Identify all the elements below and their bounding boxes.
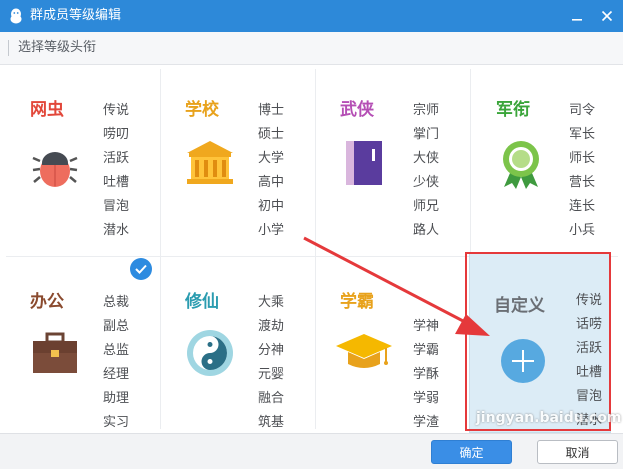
- title-item: 总监: [103, 343, 130, 358]
- title-item: 连长: [569, 199, 596, 214]
- school-building-icon: [185, 139, 235, 189]
- bug-icon: [30, 139, 80, 189]
- header-divider: [8, 40, 9, 56]
- category-name: 修仙: [185, 292, 219, 312]
- title-list: 传说 话唠 活跃 吐槽 冒泡 潜水: [576, 289, 602, 433]
- title-list: 学神 学霸 学酥 学弱 学渣: [413, 291, 453, 435]
- title-item: 传说: [103, 103, 130, 118]
- title-item: 冒泡: [103, 199, 130, 214]
- title-item: 师兄: [413, 199, 440, 214]
- title-item: 高中: [258, 175, 285, 190]
- title-item: 元婴: [258, 367, 285, 382]
- title-item: 吐槽: [103, 175, 130, 190]
- title-list: 传说 唠叨 活跃 吐槽 冒泡 潜水: [103, 99, 143, 243]
- title-item: 小兵: [569, 223, 596, 238]
- yin-yang-icon: [185, 328, 235, 378]
- category-grid: 网虫 传说 唠叨 活跃 吐槽 冒泡 潜水 学校 博士 硕士 大学 高中 初中 小…: [0, 65, 623, 433]
- title-item: 宗师: [413, 103, 440, 118]
- title-list: 司令 军长 师长 营长 连长 小兵: [569, 99, 609, 243]
- title-list: 博士 硕士 大学 高中 初中 小学: [258, 99, 298, 243]
- category-card-xuexiao[interactable]: 学校 博士 硕士 大学 高中 初中 小学: [165, 65, 315, 245]
- title-item: 少侠: [413, 175, 440, 190]
- title-item: 传说: [576, 293, 603, 308]
- category-card-wuxia[interactable]: 武侠 宗师 掌门 大侠 少侠 师兄 路人: [320, 65, 470, 245]
- category-name: 军衔: [496, 100, 530, 120]
- column-divider: [160, 69, 161, 429]
- title-item: 学弱: [413, 391, 440, 406]
- title-list: 宗师 掌门 大侠 少侠 师兄 路人: [413, 99, 453, 243]
- category-card-wangchong[interactable]: 网虫 传说 唠叨 活跃 吐槽 冒泡 潜水: [10, 65, 160, 245]
- title-item: 大乘: [258, 295, 285, 310]
- add-custom-button[interactable]: [501, 339, 545, 383]
- title-item: 军长: [569, 127, 596, 142]
- title-bar: 群成员等级编辑: [0, 0, 623, 32]
- title-item: 冒泡: [576, 389, 603, 404]
- plus-icon: [512, 350, 534, 372]
- title-item: 活跃: [576, 341, 603, 356]
- dialog-footer: 确定 取消: [0, 433, 623, 469]
- minimize-button[interactable]: [567, 6, 587, 26]
- title-item: 营长: [569, 175, 596, 190]
- title-item: 路人: [413, 223, 440, 238]
- title-item: 总裁: [103, 295, 130, 310]
- title-item: 司令: [569, 103, 596, 118]
- title-item: 潜水: [103, 223, 130, 238]
- category-card-bangong[interactable]: 办公 总裁 副总 总监 经理 助理 实习: [10, 258, 160, 438]
- category-name: 学霸: [340, 292, 374, 312]
- title-list: 总裁 副总 总监 经理 助理 实习: [103, 291, 143, 435]
- category-name: 武侠: [340, 100, 374, 120]
- category-card-junxian[interactable]: 军衔 司令 军长 师长 营长 连长 小兵: [476, 65, 623, 245]
- title-item: 硕士: [258, 127, 285, 142]
- title-item: 学酥: [413, 367, 440, 382]
- ok-button[interactable]: 确定: [431, 440, 512, 464]
- title-item: 师长: [569, 151, 596, 166]
- title-item: 学霸: [413, 343, 440, 358]
- briefcase-icon: [30, 330, 80, 380]
- qq-penguin-icon: [8, 8, 24, 24]
- title-item: 融合: [258, 391, 285, 406]
- title-item: 大侠: [413, 151, 440, 166]
- title-item: 渡劫: [258, 319, 285, 334]
- title-list: 大乘 渡劫 分神 元婴 融合 筑基: [258, 291, 298, 435]
- title-item: 学渣: [413, 415, 440, 430]
- title-item: 小学: [258, 223, 285, 238]
- title-item: 实习: [103, 415, 130, 430]
- close-button[interactable]: [597, 6, 617, 26]
- title-item: 唠叨: [103, 127, 130, 142]
- cancel-button[interactable]: 取消: [537, 440, 618, 464]
- category-name: 学校: [185, 100, 219, 120]
- header-label: 选择等级头衔: [18, 40, 97, 55]
- category-name: 网虫: [30, 100, 64, 120]
- title-item: 掌门: [413, 127, 440, 142]
- close-icon: [601, 10, 613, 22]
- graduation-cap-icon: [334, 328, 394, 378]
- title-item: 潜水: [576, 413, 603, 428]
- category-card-xiuxian[interactable]: 修仙 大乘 渡劫 分神 元婴 融合 筑基: [165, 258, 315, 438]
- title-item: 学神: [413, 319, 440, 334]
- column-divider: [315, 69, 316, 429]
- title-item: 筑基: [258, 415, 285, 430]
- title-item: 博士: [258, 103, 285, 118]
- category-card-custom[interactable]: 自定义 传说 话唠 活跃 吐槽 冒泡 潜水: [469, 253, 611, 433]
- medal-icon: [496, 139, 546, 189]
- category-name: 办公: [30, 292, 64, 312]
- title-item: 经理: [103, 367, 130, 382]
- category-card-xueba[interactable]: 学霸 学神 学霸 学酥 学弱 学渣: [320, 258, 470, 438]
- window-title: 群成员等级编辑: [30, 8, 122, 23]
- category-name: 自定义: [494, 296, 545, 316]
- title-item: [413, 291, 453, 315]
- title-item: 助理: [103, 391, 130, 406]
- title-item: 副总: [103, 319, 130, 334]
- title-selector-header: 选择等级头衔: [0, 32, 623, 65]
- title-item: 初中: [258, 199, 285, 214]
- minimize-icon: [572, 19, 582, 21]
- selected-check-icon: [130, 258, 152, 280]
- title-item: 话唠: [576, 317, 603, 332]
- title-item: 分神: [258, 343, 285, 358]
- title-item: 大学: [258, 151, 285, 166]
- book-icon: [340, 139, 390, 189]
- title-item: 吐槽: [576, 365, 603, 380]
- title-item: 活跃: [103, 151, 130, 166]
